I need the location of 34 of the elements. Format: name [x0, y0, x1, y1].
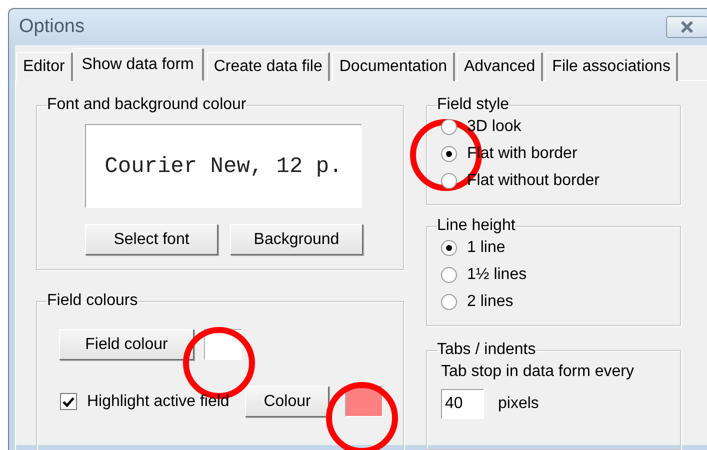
group-title: Line height	[437, 217, 516, 235]
radio-label[interactable]: Flat without border	[467, 172, 600, 190]
tab[interactable]: Documentation	[332, 52, 455, 81]
radio-button[interactable]	[441, 173, 457, 189]
close-button[interactable]	[666, 16, 707, 38]
tab[interactable]: Create data file	[206, 52, 330, 81]
radio-button[interactable]	[441, 240, 457, 256]
window-title: Options	[19, 16, 84, 38]
radio-button[interactable]	[441, 119, 457, 135]
font-button[interactable]: Background	[230, 224, 363, 255]
radio-button[interactable]	[441, 146, 457, 162]
group-title: Field style	[437, 96, 510, 114]
radio-button[interactable]	[441, 267, 457, 283]
colour-button[interactable]: Colour	[245, 386, 330, 417]
group-title: Field colours	[47, 292, 138, 310]
tab[interactable]: Editor	[16, 52, 73, 81]
tab[interactable]: Show data form	[72, 48, 204, 81]
radio-button[interactable]	[441, 294, 457, 310]
font-preview: Courier New, 12 p.	[85, 124, 362, 208]
checkbox[interactable]	[60, 393, 77, 410]
radio-label[interactable]: 1 line	[467, 239, 506, 257]
close-icon	[679, 20, 695, 34]
field-label: Tab stop in data form every	[441, 363, 635, 381]
tab[interactable]: Advanced	[457, 52, 544, 81]
radio-label[interactable]: 3D look	[467, 118, 522, 136]
tab[interactable]: File associations	[545, 52, 678, 81]
font-button[interactable]: Select font	[85, 224, 218, 255]
field-colour-button[interactable]: Field colour	[59, 329, 194, 360]
group-title: Font and background colour	[47, 96, 246, 114]
group-title: Tabs / indents	[437, 341, 536, 359]
input-field[interactable]: 40	[441, 389, 484, 419]
radio-label[interactable]: 2 lines	[467, 293, 514, 311]
radio-label[interactable]: 1½ lines	[467, 266, 527, 284]
unit-label: pixels	[498, 395, 539, 413]
